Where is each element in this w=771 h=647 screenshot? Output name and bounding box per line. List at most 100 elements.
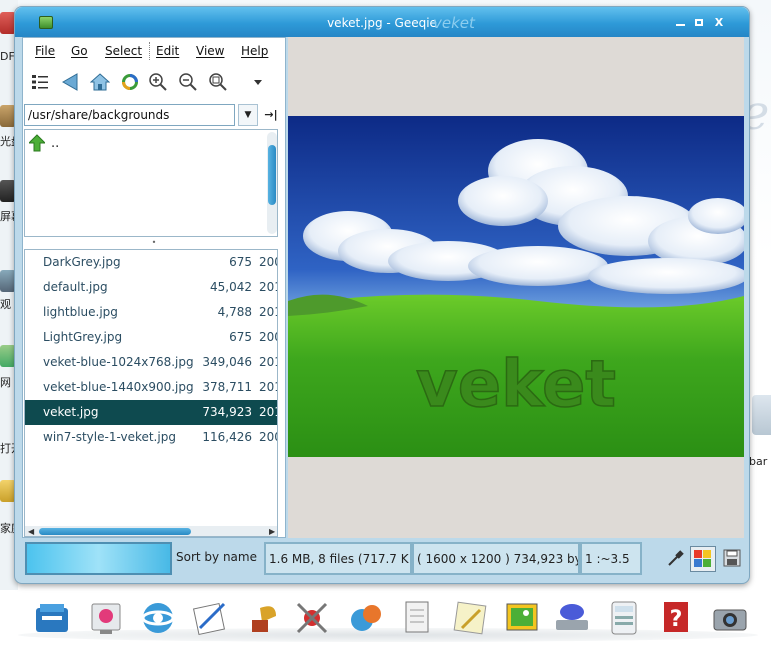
image-photo[interactable]: veket [288,116,744,457]
status-bar: Sort by name 1.6 MB, 8 files (717.7 K ( … [22,540,744,576]
zoom-fit-icon [209,73,227,91]
table-row[interactable]: veket-blue-1440x900.jpg378,711201 [25,375,277,400]
table-row[interactable]: DarkGrey.jpg 675 200 [25,250,277,275]
home-button[interactable] [89,71,111,93]
sort-button[interactable]: Sort by name [176,550,257,564]
scroll-right-icon[interactable]: ▶ [269,526,275,536]
geeqie-window: veket.jpg - Geeqie veket X File Go Selec… [14,6,750,584]
table-row[interactable]: win7-style-1-veket.jpg116,426200 [25,425,277,450]
path-input[interactable] [24,104,235,126]
toolbar-overflow-button[interactable] [247,71,269,93]
file-date: 200 [259,430,277,444]
status-zoom: 1 :~3.5 [580,542,642,575]
maximize-icon [695,19,703,26]
file-size: 349,046 [202,355,252,369]
file-size: 4,788 [217,305,252,319]
image-watermark: veket [416,348,616,422]
jump-arrow-icon: →| [264,108,278,121]
path-go-button[interactable]: →| [261,104,281,126]
parent-dir-label: .. [51,135,60,151]
file-name: default.jpg [43,280,108,294]
dock-calculator-icon[interactable] [604,598,644,638]
dock-camera-icon[interactable] [710,598,750,638]
dock-document-icon[interactable] [398,598,438,638]
color-picker-button[interactable] [665,548,687,570]
file-date: 201 [259,280,277,294]
menu-bar: File Go Select Edit View Help [23,38,285,64]
minimize-button[interactable] [673,17,687,29]
close-icon: X [714,16,724,29]
dock-help-icon[interactable]: ? [656,598,696,638]
menu-go[interactable]: Go [71,44,88,58]
refresh-icon [122,74,138,90]
dock-settings-icon[interactable] [86,598,126,638]
dock-chat-icon[interactable] [346,598,386,638]
table-row[interactable]: veket-blue-1024x768.jpg349,046201 [25,350,277,375]
zoom-fit-button[interactable] [207,71,229,93]
status-files: 1.6 MB, 8 files (717.7 K [264,542,412,575]
home-icon [90,73,110,91]
menu-select[interactable]: Select [105,44,142,58]
file-name: veket.jpg [43,405,99,419]
list-item[interactable]: .. [29,134,59,152]
refresh-button[interactable] [119,71,141,93]
dock-image-icon[interactable] [502,598,542,638]
table-row[interactable]: lightblue.jpg 4,788 201 [25,300,277,325]
scroll-left-icon[interactable]: ◀ [28,526,34,536]
file-list-hscrollbar[interactable]: ◀ ▶ [25,526,277,536]
file-list: win7-style-1-veket.jpg116,426200veket.jp… [24,249,278,537]
close-button[interactable]: X [712,17,726,29]
write-image-button[interactable] [722,548,744,570]
directory-scrollbar[interactable] [267,132,277,234]
dock-network-icon[interactable] [292,598,332,638]
progress-bar [25,542,172,575]
table-row[interactable]: default.jpg 45,042 201 [25,275,277,300]
zoom-in-button[interactable] [147,71,169,93]
back-button[interactable] [59,71,81,93]
dock-notes-icon[interactable] [450,598,490,638]
file-name: DarkGrey.jpg [43,255,121,269]
dock-shelf [18,628,758,642]
pane-splitter[interactable]: • [23,239,285,248]
file-date: 201 [259,405,277,419]
file-date: 200 [259,330,277,344]
directory-list: .. [24,129,278,237]
dock-editor-icon[interactable] [190,598,230,638]
image-view[interactable]: veket [288,37,744,538]
scrollbar-thumb[interactable] [39,528,191,535]
file-date: 201 [259,305,277,319]
zoom-out-button[interactable] [177,71,199,93]
color-profile-button[interactable] [690,546,716,572]
dock-browser-icon[interactable] [138,598,178,638]
desktop-right-label: bar [749,455,768,468]
thumbnails-icon [32,75,48,89]
title-decoration: veket [433,14,475,32]
toolbar [23,64,285,100]
dock-harddisk-icon[interactable] [552,598,592,638]
menu-view[interactable]: View [196,44,224,58]
thumbnails-button[interactable] [29,71,51,93]
window-title: veket.jpg - Geeqie [327,16,437,30]
menu-help[interactable]: Help [241,44,268,58]
file-size: 116,426 [202,430,252,444]
title-bar[interactable]: veket.jpg - Geeqie veket X [15,7,749,37]
maximize-button[interactable] [692,17,706,29]
scrollbar-thumb[interactable] [268,145,276,205]
path-history-dropdown[interactable]: ▼ [238,104,258,126]
chevron-down-icon: ▼ [244,110,252,120]
table-row[interactable]: veket.jpg 734,923 201 [25,400,277,425]
file-size: 675 [229,255,252,269]
file-size: 45,042 [210,280,252,294]
desktop-icon-fragment[interactable] [752,395,771,435]
menu-file[interactable]: File [35,44,55,58]
path-bar: ▼ →| [23,104,285,128]
menu-edit[interactable]: Edit [156,44,179,58]
dock-music-icon[interactable] [240,598,280,638]
table-row[interactable]: LightGrey.jpg 675 200 [25,325,277,350]
color-profile-icon [694,550,711,567]
dock-menu-icon[interactable] [32,598,72,638]
file-date: 200 [259,255,277,269]
menu-separator [149,42,150,60]
file-date: 201 [259,355,277,369]
file-name: LightGrey.jpg [43,330,123,344]
